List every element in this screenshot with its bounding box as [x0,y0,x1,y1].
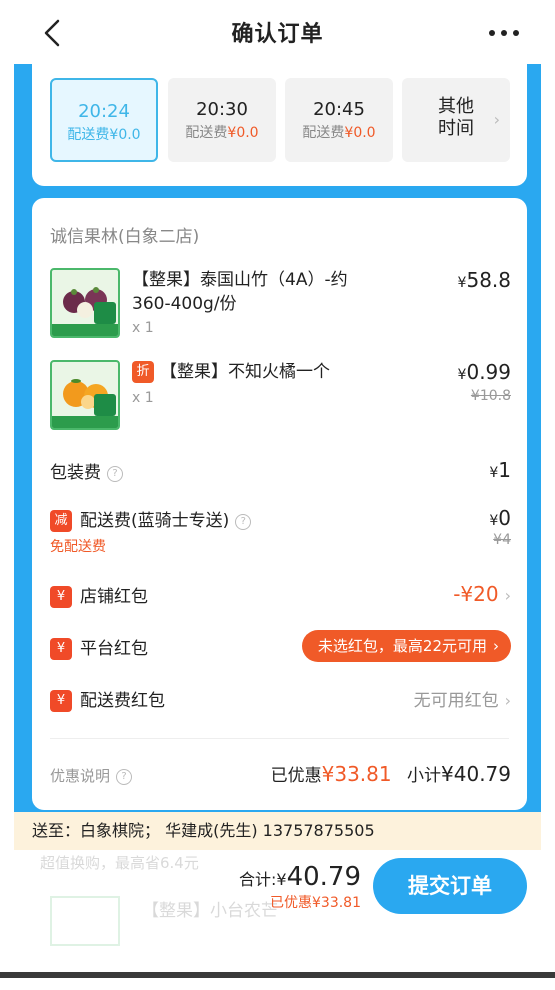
free-delivery-note: 免配送费 [50,539,106,555]
time-slot-fee: 配送费¥0.0 [302,125,376,141]
home-indicator [0,972,555,978]
order-total: 合计:¥40.79 [238,862,361,892]
product-qty: x 1 [132,390,154,406]
reduce-badge: 减 [50,510,72,532]
product-image-mangosteen[interactable] [50,268,120,338]
product-name: 【整果】泰国山竹（4A）-约 360-400g/份 [132,270,348,314]
platform-redpacket-label: ¥ 平台红包 [50,634,148,660]
time-slot-3[interactable]: 20:45 配送费¥0.0 [285,78,393,162]
time-slot-time: 20:24 [78,101,130,122]
bottom-bar: 合计:¥40.79 已优惠¥33.81 提交订单 [0,852,555,942]
delivery-fee-value: ¥0 [489,506,511,530]
time-slot-time: 20:30 [196,99,248,120]
redpacket-icon: ¥ [50,638,72,660]
top-bar: 确认订单 [0,0,555,64]
submit-order-button[interactable]: 提交订单 [373,858,527,914]
packing-fee-value: ¥1 [489,458,511,482]
discount-badge: 折 [132,361,154,383]
time-slot-fee: 配送费¥0.0 [185,125,259,141]
help-icon: ? [116,769,133,785]
time-slot-time: 20:45 [313,99,365,120]
more-icon[interactable] [489,30,519,36]
chevron-right-icon: › [504,691,511,710]
delivery-time-card: 20:24 配送费¥0.0 20:30 配送费¥0.0 20:45 配送费¥0.… [32,60,527,186]
product-qty: x 1 [132,320,154,336]
platform-redpacket-button[interactable]: 未选红包，最高22元可用 › [301,630,511,662]
delivery-redpacket-label: ¥ 配送费红包 [50,686,165,712]
redpacket-icon: ¥ [50,586,72,608]
product-price: ¥58.8 [457,268,511,292]
divider [50,738,509,739]
help-icon[interactable]: ? [235,514,252,530]
delivery-address[interactable]: 送至：白象棋院； 华建成(先生) 13757875505 [14,812,541,850]
store-redpacket-value[interactable]: -¥20 › [453,582,511,606]
chevron-right-icon: › [493,110,500,129]
product-name: 折【整果】不知火橘一个 [132,360,330,384]
other-time-button[interactable]: 其他 时间 › [402,78,510,162]
chevron-right-icon: › [493,637,499,655]
product-price: ¥0.99 [457,360,511,384]
chevron-right-icon: › [504,586,511,605]
product-original-price: ¥10.8 [470,388,511,404]
page-title: 确认订单 [231,22,324,47]
delivery-redpacket-value[interactable]: 无可用红包 › [414,686,511,711]
saved-amount: 已优惠¥33.81 [270,895,361,911]
order-card: 诚信果林(白象二店) 【整果】泰国山竹（4A）-约 360-400g/份 x 1 … [32,198,527,810]
store-redpacket-label: ¥ 店铺红包 [50,582,148,608]
help-icon[interactable]: ? [107,466,123,482]
product-image-orange[interactable] [50,360,120,430]
time-slot-1[interactable]: 20:24 配送费¥0.0 [50,78,158,162]
delivery-fee-label: 减配送费(蓝骑士专送)? [50,506,252,532]
order-summary: 已优惠¥33.81 小计¥40.79 [270,762,511,786]
redpacket-icon: ¥ [50,690,72,712]
store-name: 诚信果林(白象二店) [50,227,200,247]
packing-fee-label: 包装费? [50,458,123,483]
time-slot-2[interactable]: 20:30 配送费¥0.0 [168,78,276,162]
discount-info-label[interactable]: 优惠说明? [50,765,133,786]
delivery-fee-original: ¥4 [493,532,511,548]
time-slot-fee: 配送费¥0.0 [67,127,141,143]
